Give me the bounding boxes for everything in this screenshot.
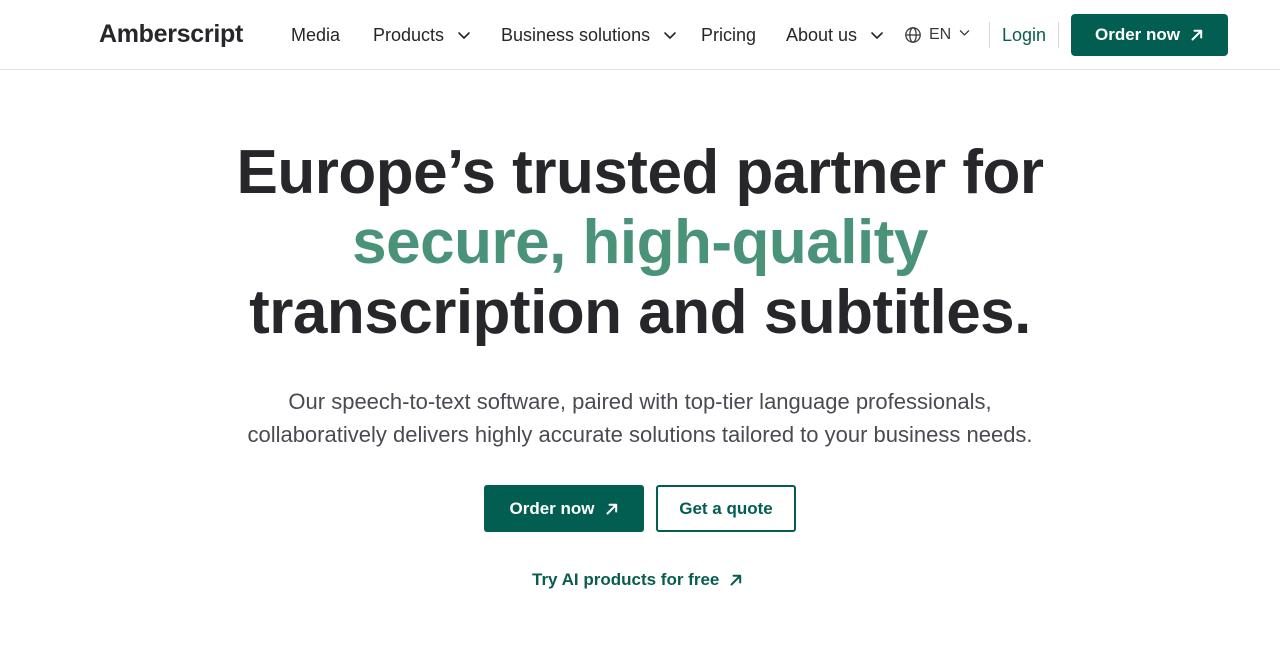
hero-order-now-button[interactable]: Order now [484, 485, 644, 532]
chevron-down-icon [456, 27, 472, 43]
hero-title: Europe’s trusted partner for secure, hig… [0, 138, 1280, 348]
chevron-down-icon [662, 27, 678, 43]
arrow-up-right-icon [605, 502, 619, 516]
hero-title-line: Europe’s trusted partner for [236, 138, 1044, 207]
get-a-quote-button[interactable]: Get a quote [656, 485, 796, 532]
nav-item-products[interactable]: Products [373, 21, 472, 49]
nav-item-pricing[interactable]: Pricing [701, 21, 756, 49]
button-label: Order now [1094, 25, 1180, 44]
arrow-up-right-icon [1190, 28, 1204, 42]
nav-item-about-us[interactable]: About us [786, 21, 885, 49]
logo-text: Amberscript [99, 20, 243, 48]
amberscript-logo[interactable]: Amberscript [99, 18, 243, 50]
button-label: Order now [509, 498, 595, 518]
language-selector[interactable]: EN [904, 21, 971, 49]
chevron-down-icon [869, 27, 885, 43]
hero-subtitle: Our speech-to-text software, paired with… [0, 385, 1280, 451]
nav-item-label: Media [291, 25, 341, 45]
link-label: Try AI products for free [532, 570, 720, 589]
nav-item-media[interactable]: Media [291, 21, 340, 49]
login-link[interactable]: Login [1002, 21, 1046, 49]
header-divider [989, 22, 990, 48]
nav-item-business-solutions[interactable]: Business solutions [501, 21, 678, 49]
button-label: Get a quote [679, 498, 773, 518]
hero-title-line: transcription and subtitles. [249, 278, 1031, 347]
chevron-down-icon [958, 26, 971, 44]
nav-item-label: Pricing [701, 25, 757, 45]
header-order-now-button[interactable]: Order now [1071, 14, 1228, 56]
site-header: Amberscript Media Products Business solu… [0, 0, 1280, 70]
header-divider [1058, 22, 1059, 48]
language-code: EN [929, 26, 952, 43]
arrow-up-right-icon [729, 573, 743, 587]
hero-title-accent: secure, high-quality [352, 208, 928, 277]
nav-item-label: Products [373, 25, 445, 45]
globe-icon [904, 26, 922, 44]
hero-subtitle-line: collaboratively delivers highly accurate… [247, 422, 1033, 447]
try-ai-products-link[interactable]: Try AI products for free [532, 568, 743, 592]
hero-subtitle-line: Our speech-to-text software, paired with… [288, 389, 992, 414]
nav-item-label: About us [786, 25, 858, 45]
nav-item-label: Business solutions [501, 25, 651, 45]
